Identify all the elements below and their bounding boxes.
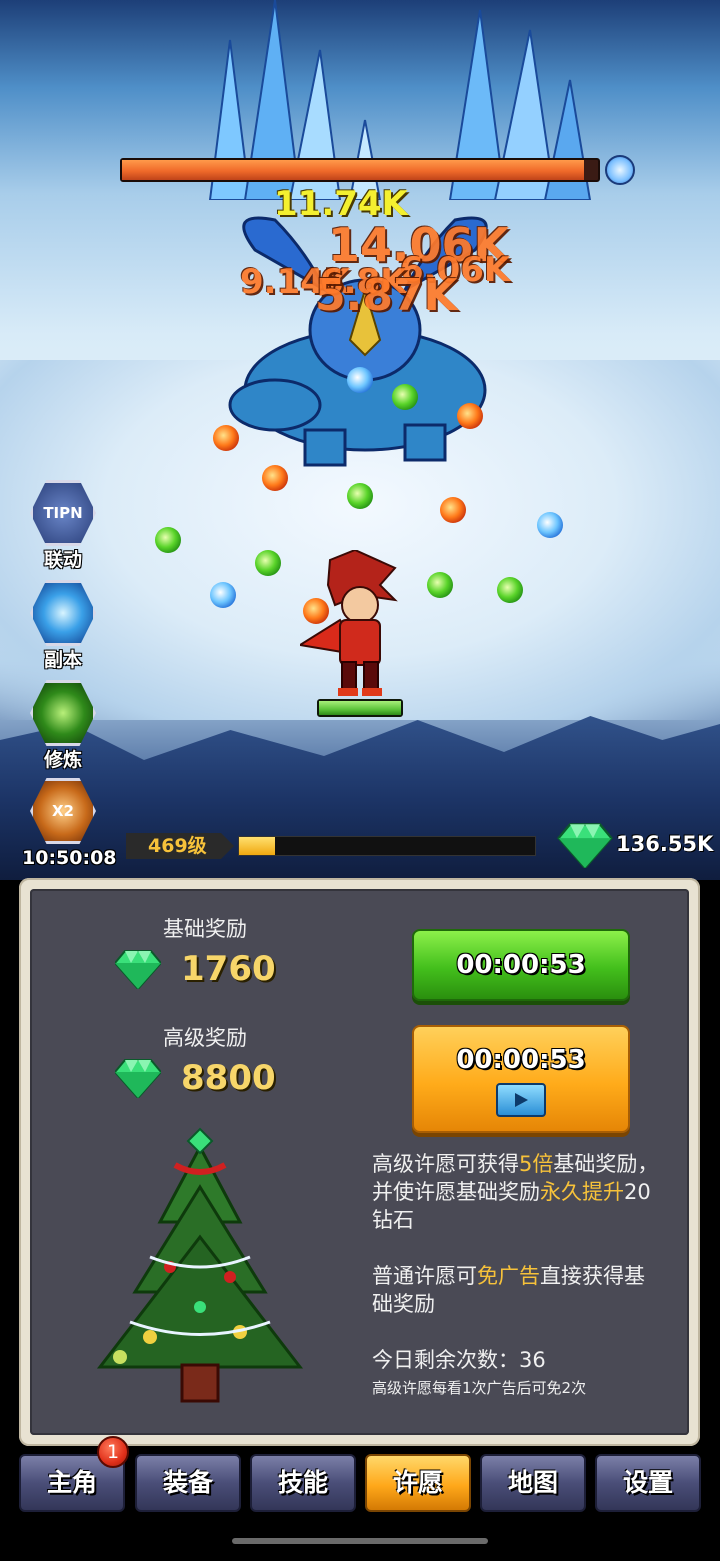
double-timer: 10:50:08 xyxy=(22,847,117,869)
vortex-icon xyxy=(30,580,96,646)
tab-equipment[interactable]: 装备 xyxy=(135,1454,241,1512)
christmas-tree xyxy=(96,1127,304,1403)
side-label-collab: 联动 xyxy=(43,549,82,571)
video-ad-icon xyxy=(496,1083,546,1117)
basic-wish-button[interactable]: 00:00:53 xyxy=(412,929,630,1001)
desc-text: 高级许愿可获得 xyxy=(372,1152,519,1176)
tipn-icon-text: TIPN xyxy=(43,504,83,522)
projectile xyxy=(262,465,288,491)
tab-wish[interactable]: 许愿 xyxy=(365,1454,471,1512)
projectile xyxy=(213,425,239,451)
basic-reward-value: 1760 xyxy=(181,949,276,989)
basic-reward-title: 基础奖励 xyxy=(163,917,247,941)
level-progress-fill xyxy=(239,837,275,855)
projectile xyxy=(497,577,523,603)
snowflake-icon xyxy=(605,155,635,185)
side-button-training[interactable]: 修炼 xyxy=(22,680,104,772)
boss-health-fill xyxy=(122,160,584,180)
projectile xyxy=(537,512,563,538)
projectile xyxy=(457,403,483,429)
basic-wish-timer: 00:00:53 xyxy=(456,950,586,980)
advanced-reward-row: 8800 xyxy=(115,1058,276,1098)
hero-character xyxy=(300,550,398,696)
level-progress-track xyxy=(238,836,536,856)
level-bar: 469级 xyxy=(126,833,536,859)
tab-settings[interactable]: 设置 xyxy=(595,1454,701,1512)
damage-number: 11.74K xyxy=(274,184,408,224)
gem-balance: 136.55K xyxy=(556,822,716,870)
desc-text: 普通许愿可 xyxy=(372,1264,477,1288)
desc-highlight: 免广告 xyxy=(477,1264,540,1288)
gem-total: 136.55K xyxy=(616,832,714,856)
boss-health-bar xyxy=(120,158,600,182)
x2-icon-text: X2 xyxy=(51,802,74,820)
projectile xyxy=(392,384,418,410)
gem-icon xyxy=(115,1059,161,1098)
projectile xyxy=(427,572,453,598)
advanced-wish-description: 高级许愿可获得5倍基础奖励，并使许愿基础奖励永久提升20钻石 xyxy=(372,1150,662,1234)
desc-highlight: 5倍 xyxy=(519,1152,554,1176)
remaining-count: 今日剩余次数：36 xyxy=(372,1348,546,1372)
projectile xyxy=(347,483,373,509)
gem-icon xyxy=(557,823,613,870)
gem-icon xyxy=(115,950,161,989)
advanced-reward-value: 8800 xyxy=(181,1058,276,1098)
projectile xyxy=(210,582,236,608)
tipn-icon: TIPN xyxy=(30,480,96,546)
bottom-tab-bar: 1 主角 装备 技能 许愿 地图 设置 xyxy=(17,1436,703,1512)
ad-note: 高级许愿每看1次广告后可免2次 xyxy=(372,1379,587,1397)
projectile xyxy=(440,497,466,523)
side-button-double[interactable]: X2 10:50:08 xyxy=(22,778,117,870)
basic-wish-description: 普通许愿可免广告直接获得基础奖励 xyxy=(372,1262,662,1318)
advanced-wish-button[interactable]: 00:00:53 xyxy=(412,1025,630,1133)
advanced-wish-timer: 00:00:53 xyxy=(456,1045,586,1075)
advanced-reward-title: 高级奖励 xyxy=(163,1026,247,1050)
side-label-training: 修炼 xyxy=(43,749,82,771)
hero-health-bar xyxy=(317,699,403,717)
level-label: 469级 xyxy=(126,833,234,859)
wish-panel: 基础奖励 1760 高级奖励 8800 00:00:53 00:00:53 高级… xyxy=(19,878,700,1446)
bag-x2-icon: X2 xyxy=(30,778,96,844)
home-indicator[interactable] xyxy=(232,1538,488,1544)
side-button-dungeon[interactable]: 副本 xyxy=(22,580,104,672)
projectile xyxy=(255,550,281,576)
tab-skills[interactable]: 技能 xyxy=(250,1454,356,1512)
basic-reward-row: 1760 xyxy=(115,949,276,989)
damage-number: 5.87K xyxy=(315,270,458,321)
green-spiral-icon xyxy=(30,680,96,746)
projectile xyxy=(347,367,373,393)
wish-panel-inner: 基础奖励 1760 高级奖励 8800 00:00:53 00:00:53 高级… xyxy=(30,889,689,1435)
desc-highlight: 永久提升 xyxy=(540,1180,624,1204)
notification-badge: 1 xyxy=(97,1436,129,1468)
hero-health-fill xyxy=(319,701,401,715)
tab-map[interactable]: 地图 xyxy=(480,1454,586,1512)
projectile xyxy=(155,527,181,553)
side-button-collab[interactable]: TIPN 联动 xyxy=(22,480,104,572)
side-label-dungeon: 副本 xyxy=(43,649,82,671)
